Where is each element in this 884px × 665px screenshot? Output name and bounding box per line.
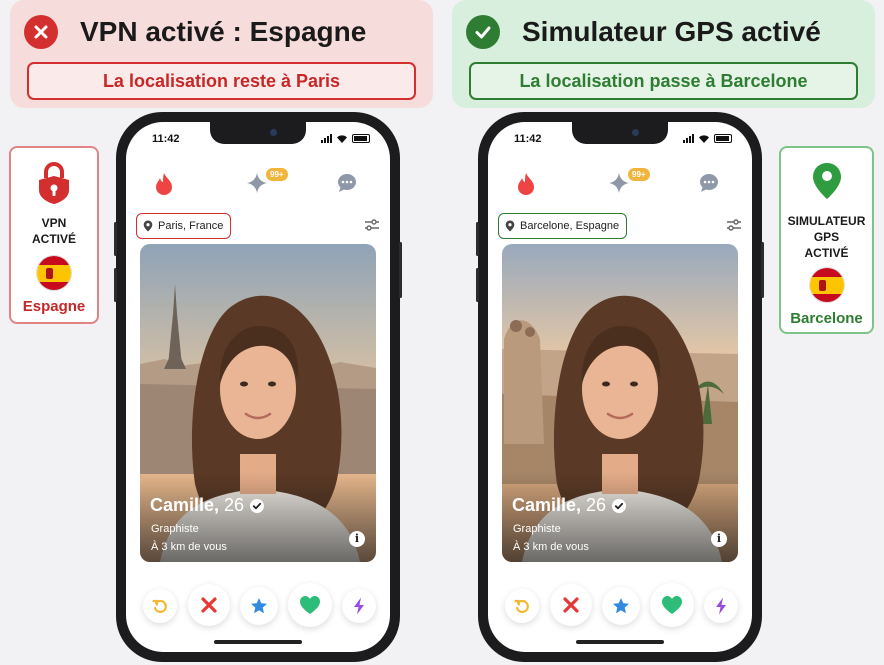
info-icon[interactable]: i	[349, 531, 365, 547]
filter-icon[interactable]	[726, 218, 742, 237]
gps-label: SIMULATEUR GPS ACTIVÉ	[787, 214, 866, 260]
vpn-country: Espagne	[22, 298, 86, 315]
gps-banner-subtitle: La localisation passe à Barcelone	[469, 62, 858, 100]
like-icon	[300, 596, 320, 614]
notch	[572, 122, 668, 144]
x-icon	[24, 15, 58, 49]
rewind-icon	[152, 599, 167, 614]
verified-icon	[250, 498, 265, 513]
boost-icon	[716, 597, 726, 615]
lock-icon	[37, 160, 71, 209]
phone-screen: 11:42 99+ Paris, France Camille, 26 Grap…	[126, 122, 390, 652]
phone-screen: 11:42 99+ Barcelone, Espagne Camille, 26…	[488, 122, 752, 652]
vpn-banner: VPN activé : Espagne La localisation res…	[10, 0, 433, 108]
nope-icon	[201, 597, 217, 613]
sparkle-icon[interactable]	[246, 172, 268, 199]
super-like-icon	[251, 598, 267, 614]
wifi-icon	[337, 135, 347, 143]
clock: 11:42	[514, 133, 542, 145]
rewind-icon	[514, 599, 529, 614]
location-label: Barcelone, Espagne	[520, 220, 620, 232]
super-like-icon	[613, 598, 629, 614]
notification-badge: 99+	[266, 168, 288, 181]
sparkle-icon[interactable]	[608, 172, 630, 199]
battery-icon	[352, 134, 370, 143]
profile-name: Camille, 26	[150, 495, 265, 516]
rewind-button[interactable]	[143, 589, 177, 623]
notification-badge: 99+	[628, 168, 650, 181]
action-bar	[126, 582, 390, 627]
like-button[interactable]	[650, 583, 694, 627]
phone-vpn: 11:42 99+ Paris, France Camille, 26 Grap…	[114, 112, 402, 662]
profile-distance: À 3 km de vous	[513, 541, 589, 553]
boost-icon	[354, 597, 364, 615]
nope-button[interactable]	[550, 584, 592, 626]
spain-flag	[36, 255, 72, 291]
chat-icon[interactable]	[336, 172, 358, 199]
gps-banner-title: Simulateur GPS activé	[522, 16, 821, 47]
gps-banner: Simulateur GPS activé La localisation pa…	[452, 0, 875, 108]
vpn-banner-title: VPN activé : Espagne	[80, 16, 367, 47]
gps-side-card: SIMULATEUR GPS ACTIVÉ Barcelone	[779, 146, 874, 334]
nope-button[interactable]	[188, 584, 230, 626]
boost-button[interactable]	[704, 589, 738, 623]
signal-icon	[321, 134, 332, 143]
profile-card[interactable]: Camille, 26 Graphiste À 3 km de vous i	[140, 244, 376, 562]
chat-icon[interactable]	[698, 172, 720, 199]
profile-name: Camille, 26	[512, 495, 627, 516]
vpn-banner-subtitle: La localisation reste à Paris	[27, 62, 416, 100]
map-pin-icon	[143, 220, 153, 232]
like-icon	[662, 596, 682, 614]
flame-icon[interactable]	[516, 172, 536, 201]
battery-icon	[714, 134, 732, 143]
map-pin-icon	[812, 162, 842, 205]
verified-icon	[612, 498, 627, 513]
map-pin-icon	[505, 220, 515, 232]
location-pill[interactable]: Paris, France	[136, 213, 232, 239]
top-nav: 99+	[488, 166, 752, 202]
boost-button[interactable]	[342, 589, 376, 623]
like-button[interactable]	[288, 583, 332, 627]
profile-job: Graphiste	[151, 523, 199, 535]
profile-distance: À 3 km de vous	[151, 541, 227, 553]
check-icon	[466, 15, 500, 49]
flame-icon[interactable]	[154, 172, 174, 201]
wifi-icon	[699, 135, 709, 143]
home-indicator[interactable]	[576, 640, 664, 644]
spain-flag	[808, 267, 845, 303]
home-indicator[interactable]	[214, 640, 302, 644]
signal-icon	[683, 134, 694, 143]
notch	[210, 122, 306, 144]
phone-gps: 11:42 99+ Barcelone, Espagne Camille, 26…	[476, 112, 764, 662]
info-icon[interactable]: i	[711, 531, 727, 547]
action-bar	[488, 582, 752, 627]
location-pill[interactable]: Barcelone, Espagne	[498, 213, 628, 239]
profile-job: Graphiste	[513, 523, 561, 535]
nope-icon	[563, 597, 579, 613]
vpn-side-card: VPN ACTIVÉ Espagne	[9, 146, 99, 324]
super-like-button[interactable]	[602, 587, 640, 625]
filter-icon[interactable]	[364, 218, 380, 237]
super-like-button[interactable]	[240, 587, 278, 625]
vpn-label: VPN ACTIVÉ	[31, 216, 76, 246]
clock: 11:42	[152, 133, 180, 145]
rewind-button[interactable]	[505, 589, 539, 623]
top-nav: 99+	[126, 166, 390, 202]
profile-card[interactable]: Camille, 26 Graphiste À 3 km de vous i	[502, 244, 738, 562]
gps-city: Barcelone	[790, 310, 863, 327]
location-label: Paris, France	[158, 220, 224, 232]
